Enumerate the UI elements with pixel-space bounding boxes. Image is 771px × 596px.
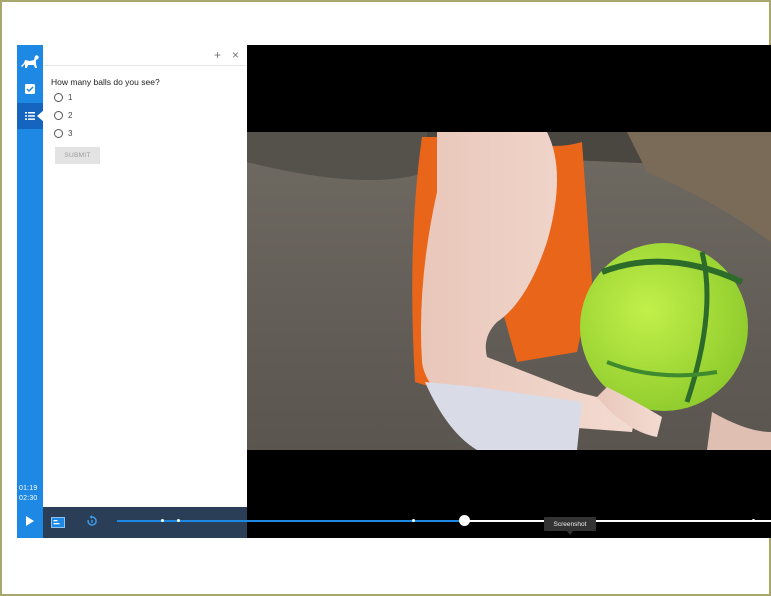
screenshot-tooltip: Screenshot <box>544 517 596 535</box>
submit-button[interactable]: SUBMIT <box>55 147 100 164</box>
chapter-marker[interactable] <box>412 519 415 522</box>
video-frame[interactable] <box>247 132 771 450</box>
quiz-video-player: 01:19 02:30 + × How many balls do you se… <box>17 45 771 538</box>
add-button[interactable]: + <box>214 48 221 62</box>
option-label: 3 <box>68 129 73 138</box>
replay-icon[interactable] <box>86 514 98 532</box>
seek-knob[interactable] <box>459 515 470 526</box>
radio-button[interactable] <box>54 129 63 138</box>
dog-logo-icon <box>19 51 41 71</box>
radio-button[interactable] <box>54 93 63 102</box>
option-label: 2 <box>68 111 73 120</box>
current-time: 01:19 <box>19 485 38 492</box>
checkbox-icon[interactable] <box>17 78 43 100</box>
total-time: 02:30 <box>19 495 38 502</box>
play-icon <box>25 514 35 532</box>
caption-icon[interactable] <box>51 515 65 533</box>
panel-header: + × <box>43 45 247 66</box>
radio-button[interactable] <box>54 111 63 120</box>
question-text: How many balls do you see? <box>51 77 160 87</box>
side-rail: 01:19 02:30 <box>17 45 44 538</box>
list-icon[interactable] <box>17 103 44 129</box>
chapter-marker[interactable] <box>177 519 180 522</box>
answer-option[interactable]: 3 <box>54 129 72 138</box>
chapter-marker[interactable] <box>161 519 164 522</box>
play-button[interactable] <box>17 507 43 538</box>
answer-option[interactable]: 2 <box>54 111 72 120</box>
chapter-marker[interactable] <box>752 519 755 522</box>
option-label: 1 <box>68 93 73 102</box>
close-button[interactable]: × <box>232 48 239 62</box>
quiz-panel: + × How many balls do you see? 1 2 3 SUB… <box>43 45 247 507</box>
answer-option[interactable]: 1 <box>54 93 72 102</box>
seek-bar[interactable] <box>117 515 771 526</box>
